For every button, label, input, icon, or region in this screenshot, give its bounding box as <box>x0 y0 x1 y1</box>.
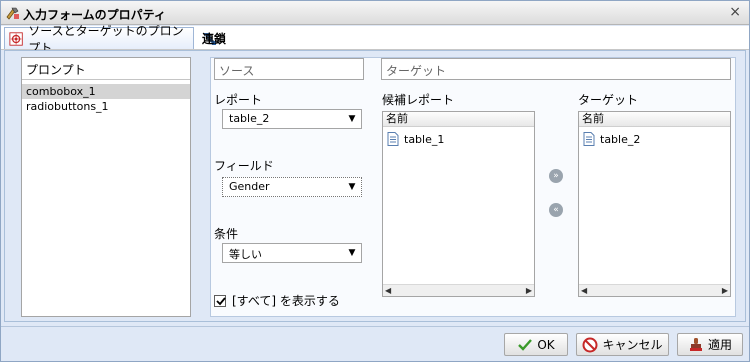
scroll-right-icon[interactable]: ▶ <box>722 286 728 295</box>
source-target-panel: ソース レポート table_2 ▼ フィールド Gender ▼ 条件 等しい… <box>210 57 736 317</box>
check-icon <box>518 338 533 351</box>
field-label: フィールド <box>214 159 274 173</box>
candidate-report-label: 候補レポート <box>382 93 455 107</box>
target-item-label: table_2 <box>600 132 641 146</box>
field-value: Gender <box>229 180 270 193</box>
tab-label: 連鎖 <box>202 31 227 46</box>
cancel-button[interactable]: キャンセル <box>576 333 669 356</box>
document-icon <box>583 132 595 146</box>
show-all-label: [すべて] を表示する <box>232 294 340 308</box>
horizontal-scrollbar[interactable]: ◀ ▶ <box>383 284 534 296</box>
tab-source-target-prompts[interactable]: ソースとターゲットのプロンプト <box>4 24 194 55</box>
show-all-checkbox-row[interactable]: [すべて] を表示する <box>214 292 340 309</box>
stamp-icon <box>689 337 702 351</box>
move-right-button[interactable]: » <box>549 169 563 183</box>
candidate-item-label: table_1 <box>404 132 445 146</box>
chevron-down-icon[interactable]: ▼ <box>343 178 361 196</box>
target-report-list[interactable]: 名前 table_2 ◀ ▶ <box>578 111 731 297</box>
target-list-label: ターゲット <box>578 93 639 107</box>
properties-dialog: 入力フォームのプロパティ × ソースとターゲットのプロンプト 連鎖 プロンプト … <box>0 0 750 362</box>
list-item-radiobuttons[interactable]: radiobuttons_1 <box>22 99 190 114</box>
tab-content: プロンプト combobox_1 radiobuttons_1 ソース レポート… <box>4 50 746 322</box>
field-combo[interactable]: Gender ▼ <box>222 177 362 197</box>
scroll-left-icon[interactable]: ◀ <box>385 286 391 295</box>
column-header-name: 名前 <box>383 112 534 127</box>
dialog-footer: OK キャンセル 適用 <box>1 326 749 361</box>
condition-combo[interactable]: 等しい ▼ <box>222 243 362 263</box>
cancel-icon <box>582 337 598 352</box>
apply-label: 適用 <box>707 338 732 352</box>
horizontal-scrollbar[interactable]: ◀ ▶ <box>579 284 730 296</box>
chevron-down-icon[interactable]: ▼ <box>343 244 361 262</box>
list-item[interactable]: table_1 <box>383 130 534 148</box>
scroll-right-icon[interactable]: ▶ <box>526 286 532 295</box>
apply-button[interactable]: 適用 <box>677 333 743 356</box>
condition-value: 等しい <box>229 248 262 261</box>
report-label: レポート <box>214 93 263 107</box>
check-icon <box>216 296 226 305</box>
tab-bar: ソースとターゲットのプロンプト 連鎖 <box>1 24 749 55</box>
close-icon[interactable]: × <box>729 4 741 20</box>
target-header: ターゲット <box>381 58 731 80</box>
list-item-combobox[interactable]: combobox_1 <box>22 84 190 99</box>
tab-chain[interactable]: 連鎖 <box>198 27 229 49</box>
show-all-checkbox[interactable] <box>214 294 226 307</box>
scroll-left-icon[interactable]: ◀ <box>581 286 587 295</box>
ok-label: OK <box>537 337 555 352</box>
ok-button[interactable]: OK <box>504 333 568 356</box>
candidate-report-list[interactable]: 名前 table_1 ◀ ▶ <box>382 111 535 297</box>
condition-label: 条件 <box>214 227 239 241</box>
move-left-button[interactable]: « <box>549 203 563 217</box>
report-combo[interactable]: table_2 ▼ <box>222 109 362 129</box>
dialog-title: 入力フォームのプロパティ <box>23 8 166 22</box>
column-header-name: 名前 <box>579 112 730 127</box>
report-value: table_2 <box>229 112 270 125</box>
source-header: ソース <box>214 58 364 80</box>
prompt-target-icon <box>9 31 23 46</box>
prompts-list: プロンプト combobox_1 radiobuttons_1 <box>21 57 191 317</box>
chevron-down-icon[interactable]: ▼ <box>343 110 361 128</box>
properties-icon <box>6 7 19 20</box>
cancel-label: キャンセル <box>602 338 663 352</box>
document-icon <box>387 132 399 146</box>
prompts-header: プロンプト <box>22 58 190 80</box>
list-item[interactable]: table_2 <box>579 130 730 148</box>
